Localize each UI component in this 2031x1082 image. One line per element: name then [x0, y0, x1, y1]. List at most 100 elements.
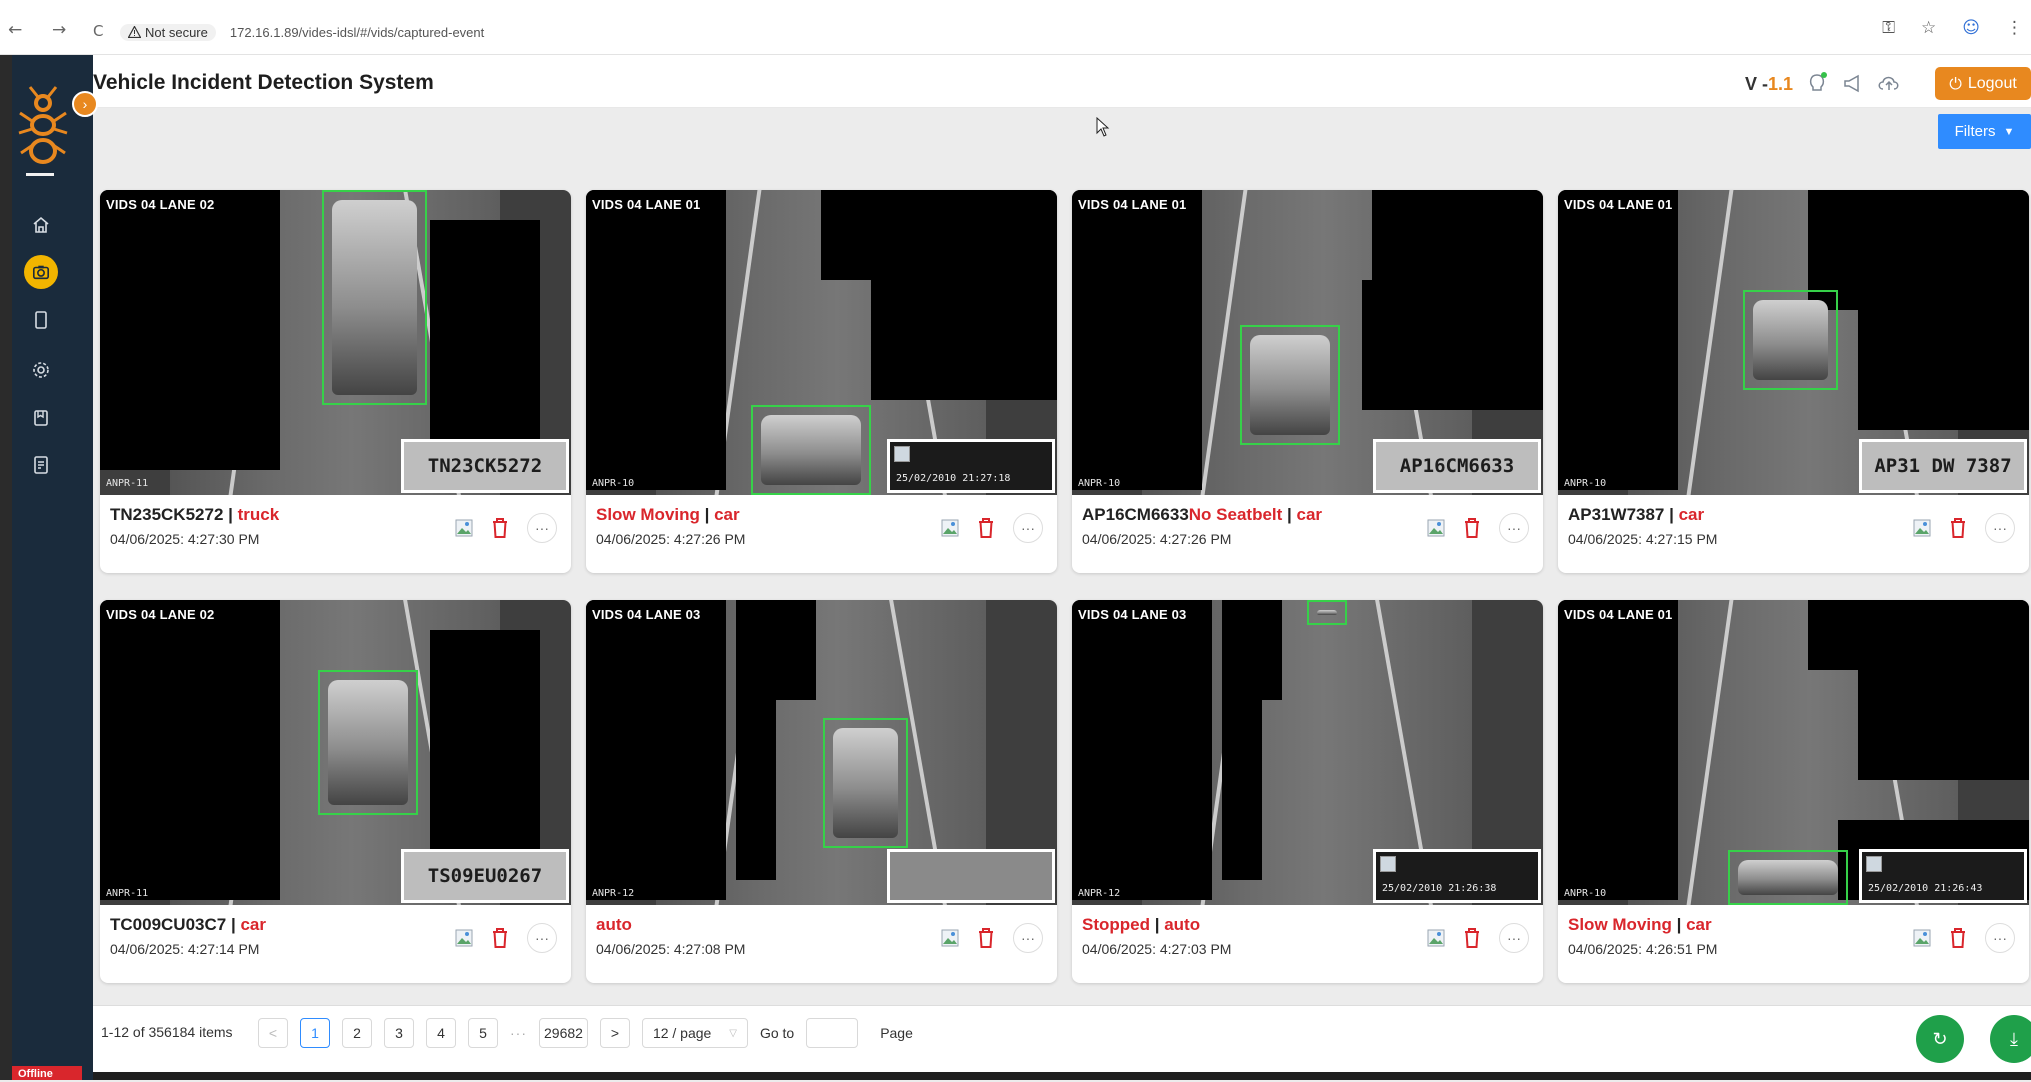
- more-options-button[interactable]: ···: [1013, 923, 1043, 953]
- event-snapshot[interactable]: VIDS 04 LANE 03 ANPR-12: [586, 600, 1057, 905]
- delete-icon[interactable]: [491, 517, 509, 539]
- plate-crop[interactable]: TS09EU0267: [401, 849, 569, 903]
- detection-box: [751, 405, 871, 495]
- plate-crop[interactable]: AP31 DW 7387: [1859, 439, 2027, 493]
- megaphone-icon[interactable]: [1841, 71, 1865, 95]
- delete-icon[interactable]: [491, 927, 509, 949]
- delete-icon[interactable]: [1949, 517, 1967, 539]
- more-options-button[interactable]: ···: [1499, 513, 1529, 543]
- event-snapshot[interactable]: VIDS 04 LANE 01 ANPR-10 AP16CM6633: [1072, 190, 1543, 495]
- page-3-button[interactable]: 3: [384, 1018, 414, 1048]
- filter-icon: ▼: [2003, 125, 2015, 138]
- version-number: 1.1: [1768, 74, 1794, 94]
- delete-icon[interactable]: [977, 927, 995, 949]
- delete-icon[interactable]: [1463, 927, 1481, 949]
- sidebar-item-settings[interactable]: [24, 353, 58, 387]
- event-snapshot[interactable]: VIDS 04 LANE 01 ANPR-10 25/02/2010 21:27:1…: [586, 190, 1057, 495]
- sidebar-item-captured-events[interactable]: [24, 255, 58, 289]
- event-timestamp: 04/06/2025: 4:27:26 PM: [1082, 531, 1232, 547]
- key-icon[interactable]: ⚿: [1882, 18, 1895, 38]
- filters-button[interactable]: Filters ▼: [1938, 114, 2031, 149]
- event-card[interactable]: VIDS 04 LANE 03 ANPR-12 25/02/2010 21:26:3…: [1072, 600, 1543, 983]
- more-options-button[interactable]: ···: [527, 923, 557, 953]
- delete-icon[interactable]: [1463, 517, 1481, 539]
- image-icon[interactable]: [941, 929, 959, 947]
- event-snapshot[interactable]: VIDS 04 LANE 02 ANPR-11 TS09EU0267: [100, 600, 571, 905]
- ellipsis-icon: ···: [1507, 930, 1521, 946]
- image-icon[interactable]: [941, 519, 959, 537]
- lightbulb-icon[interactable]: [1805, 71, 1829, 95]
- page-1-button[interactable]: 1: [300, 1018, 330, 1048]
- image-icon[interactable]: [455, 929, 473, 947]
- event-card[interactable]: VIDS 04 LANE 01 ANPR-10 AP16CM6633 AP16CM66…: [1072, 190, 1543, 573]
- event-card[interactable]: VIDS 04 LANE 01 ANPR-10 25/02/2010 21:27:1…: [586, 190, 1057, 573]
- image-icon[interactable]: [1427, 519, 1445, 537]
- plate-crop[interactable]: 25/02/2010 21:26:43: [1859, 849, 2027, 903]
- event-caption: Slow Moving | car: [1568, 915, 1712, 935]
- image-icon[interactable]: [1913, 519, 1931, 537]
- page-ellipsis[interactable]: ···: [510, 1025, 527, 1041]
- event-snapshot[interactable]: VIDS 04 LANE 01 ANPR-10 25/02/2010 21:26:4…: [1558, 600, 2029, 905]
- forward-icon[interactable]: →: [52, 20, 66, 40]
- more-options-button[interactable]: ···: [1499, 923, 1529, 953]
- last-page-button[interactable]: 29682: [539, 1018, 588, 1048]
- image-icon[interactable]: [1427, 929, 1445, 947]
- more-options-button[interactable]: ···: [527, 513, 557, 543]
- cloud-upload-icon[interactable]: [1877, 71, 1901, 95]
- back-icon[interactable]: ←: [8, 20, 22, 40]
- event-card[interactable]: VIDS 04 LANE 01 ANPR-10 25/02/2010 21:26:4…: [1558, 600, 2029, 983]
- star-icon[interactable]: ☆: [1921, 18, 1936, 38]
- more-options-button[interactable]: ···: [1013, 513, 1043, 543]
- refresh-button[interactable]: ↻: [1916, 1015, 1964, 1063]
- camera-label: VIDS 04 LANE 01: [1078, 197, 1187, 212]
- profile-icon[interactable]: ☺: [1962, 18, 1980, 38]
- plate-crop[interactable]: 25/02/2010 21:27:18: [887, 439, 1055, 493]
- card-actions: ···: [1913, 513, 2015, 543]
- reload-icon[interactable]: C: [93, 22, 103, 40]
- page-4-button[interactable]: 4: [426, 1018, 456, 1048]
- image-icon[interactable]: [455, 519, 473, 537]
- next-page-button[interactable]: >: [599, 1018, 630, 1048]
- sidebar-toggle-button[interactable]: ›: [72, 91, 98, 117]
- event-card[interactable]: VIDS 04 LANE 02 ANPR-11 TS09EU0267 TC009CU0…: [100, 600, 571, 983]
- page-5-button[interactable]: 5: [468, 1018, 498, 1048]
- plate-crop[interactable]: [887, 849, 1055, 903]
- event-snapshot[interactable]: VIDS 04 LANE 03 ANPR-12 25/02/2010 21:26:3…: [1072, 600, 1543, 905]
- event-card[interactable]: VIDS 04 LANE 03 ANPR-12 auto 04/06/2025: 4:…: [586, 600, 1057, 983]
- card-actions: ···: [1427, 513, 1529, 543]
- sidebar-item-home[interactable]: [24, 208, 58, 242]
- sidebar-item-devices[interactable]: [24, 303, 58, 337]
- privacy-mask: [1808, 190, 2029, 310]
- card-actions: ···: [1913, 923, 2015, 953]
- image-icon[interactable]: [1913, 929, 1931, 947]
- plate-crop[interactable]: 25/02/2010 21:26:38: [1373, 849, 1541, 903]
- event-card[interactable]: VIDS 04 LANE 02 ANPR-11 TN23CK5272 TN235CK5…: [100, 190, 571, 573]
- delete-icon[interactable]: [1949, 927, 1967, 949]
- prev-page-button[interactable]: <: [258, 1018, 288, 1048]
- sidebar-item-bookmarks[interactable]: [24, 401, 58, 435]
- plate-crop[interactable]: TN23CK5272: [401, 439, 569, 493]
- menu-icon[interactable]: ⋮: [2006, 18, 2023, 38]
- sidebar-item-reports[interactable]: [24, 448, 58, 482]
- download-button[interactable]: ⤓: [1990, 1015, 2031, 1063]
- download-icon: ⤓: [2010, 1028, 2018, 1049]
- caption-separator: |: [223, 505, 238, 524]
- plate-number: TC009CU03C7: [110, 915, 227, 934]
- address-bar[interactable]: Not secure 172.16.1.89/vides-idsl/#/vids…: [120, 21, 484, 43]
- more-options-button[interactable]: ···: [1985, 923, 2015, 953]
- delete-icon[interactable]: [977, 517, 995, 539]
- event-snapshot[interactable]: VIDS 04 LANE 02 ANPR-11 TN23CK5272: [100, 190, 571, 495]
- plate-crop[interactable]: AP16CM6633: [1373, 439, 1541, 493]
- event-card[interactable]: VIDS 04 LANE 01 ANPR-10 AP31 DW 7387 AP31W7…: [1558, 190, 2029, 573]
- security-indicator[interactable]: Not secure: [120, 23, 216, 41]
- url-text[interactable]: 172.16.1.89/vides-idsl/#/vids/captured-e…: [230, 25, 484, 40]
- goto-page-input[interactable]: [806, 1018, 859, 1048]
- camera-label: VIDS 04 LANE 01: [592, 197, 701, 212]
- logout-button[interactable]: ⏻ Logout: [1935, 67, 2031, 100]
- anpr-label: ANPR-11: [106, 478, 149, 489]
- more-options-button[interactable]: ···: [1985, 513, 2015, 543]
- event-snapshot[interactable]: VIDS 04 LANE 01 ANPR-10 AP31 DW 7387: [1558, 190, 2029, 495]
- page-2-button[interactable]: 2: [342, 1018, 372, 1048]
- page-size-select[interactable]: 12 / page ▽: [641, 1018, 748, 1048]
- report-icon: [34, 456, 48, 474]
